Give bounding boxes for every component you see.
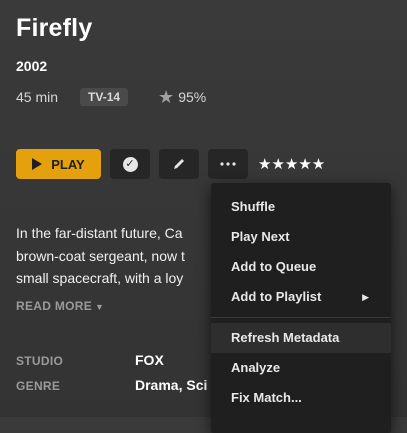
- menu-item-label: Refresh Metadata: [231, 330, 340, 345]
- star-icon: ★: [158, 86, 175, 107]
- menu-item-play-next[interactable]: Play Next: [211, 222, 391, 252]
- page-title: Firefly: [16, 14, 93, 42]
- menu-item-analyze[interactable]: Analyze: [211, 353, 391, 383]
- play-icon: [32, 158, 43, 170]
- content-rating-badge: TV-14: [80, 88, 129, 106]
- more-options-menu: Shuffle Play Next Add to Queue Add to Pl…: [211, 183, 391, 433]
- mark-watched-button[interactable]: ✓: [110, 149, 150, 179]
- menu-item-label: Shuffle: [231, 199, 276, 214]
- menu-item-add-to-playlist[interactable]: Add to Playlist ▶: [211, 282, 391, 312]
- audience-score: 95%: [178, 89, 207, 105]
- release-year: 2002: [16, 58, 48, 74]
- studio-value[interactable]: FOX: [135, 352, 164, 368]
- studio-label: STUDIO: [16, 354, 64, 368]
- pencil-icon: [174, 159, 184, 169]
- menu-item-label: Analyze: [231, 360, 281, 375]
- meta-row: 45 min TV-14 ★ 95%: [16, 87, 206, 107]
- user-rating-stars[interactable]: ★★★★★: [258, 155, 325, 173]
- more-options-button[interactable]: [208, 149, 248, 179]
- play-button[interactable]: PLAY: [16, 149, 101, 179]
- action-toolbar: PLAY ✓ ★★★★★: [16, 149, 325, 179]
- menu-item-label: Add to Playlist: [231, 289, 322, 304]
- menu-item-label: Play Next: [231, 229, 290, 244]
- play-button-label: PLAY: [51, 156, 85, 172]
- check-icon: ✓: [122, 156, 138, 172]
- edit-button[interactable]: [159, 149, 199, 179]
- more-icon: [220, 162, 236, 166]
- chevron-down-icon: ▼: [95, 302, 105, 312]
- menu-item-label: Add to Queue: [231, 259, 317, 274]
- menu-item-fix-match[interactable]: Fix Match...: [211, 383, 391, 413]
- genre-label: GENRE: [16, 379, 61, 393]
- menu-item-shuffle[interactable]: Shuffle: [211, 192, 391, 222]
- menu-divider: [211, 317, 391, 318]
- menu-item-label: Fix Match...: [231, 390, 302, 405]
- read-more-label: READ MORE: [16, 299, 93, 313]
- chevron-right-icon: ▶: [362, 292, 369, 302]
- menu-item-add-to-queue[interactable]: Add to Queue: [211, 252, 391, 282]
- menu-item-refresh-metadata[interactable]: Refresh Metadata: [211, 323, 391, 353]
- read-more-link[interactable]: READ MORE ▼: [16, 299, 104, 313]
- genre-value[interactable]: Drama, Sci: [135, 377, 207, 393]
- duration: 45 min: [16, 89, 59, 105]
